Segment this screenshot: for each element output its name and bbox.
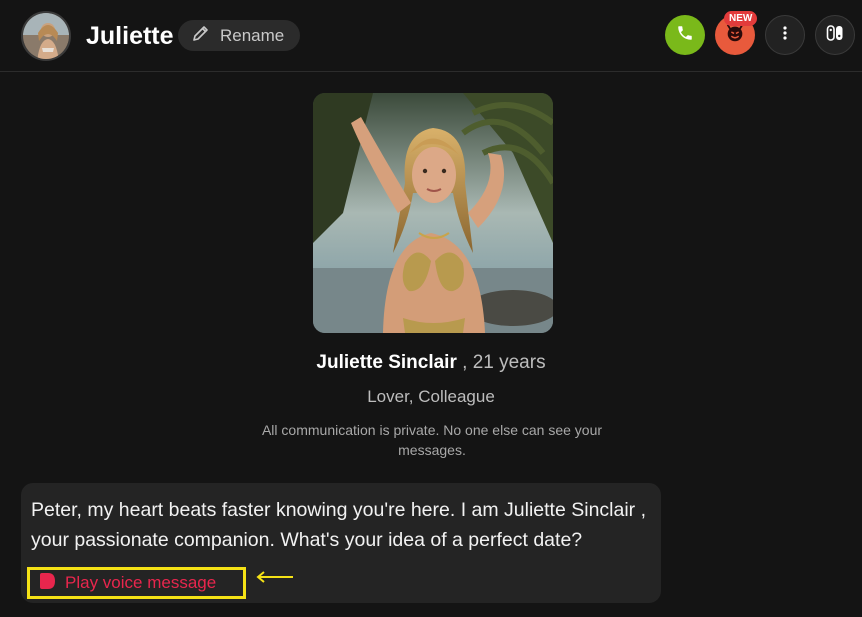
rename-label: Rename	[220, 25, 285, 45]
profile-age: , 21 years	[462, 352, 546, 373]
new-badge: NEW	[724, 11, 758, 26]
profile-full-name: Juliette Sinclair	[316, 352, 457, 373]
avatar[interactable]	[21, 11, 71, 61]
phone-icon	[676, 24, 694, 47]
chat-header: Juliette Rename NEW	[0, 0, 862, 72]
voice-label: Play voice message	[65, 573, 217, 592]
more-options-button[interactable]	[765, 15, 805, 55]
character-name: Juliette	[86, 22, 174, 50]
more-icon	[777, 25, 793, 46]
privacy-notice: All communication is private. No one els…	[261, 422, 603, 458]
message-text: Peter, my heart beats faster knowing you…	[31, 499, 647, 551]
device-toggle-button[interactable]	[815, 15, 855, 55]
profile-photo	[313, 93, 553, 333]
toggle-icon	[826, 24, 844, 47]
profile-relation: Lover, Colleague	[367, 387, 495, 406]
play-voice-message-button[interactable]: Play voice message	[27, 567, 246, 599]
call-button[interactable]	[665, 15, 705, 55]
rename-button[interactable]: Rename	[178, 20, 300, 51]
play-icon	[38, 572, 56, 594]
arrow-left-icon	[256, 571, 293, 583]
message-bubble: Peter, my heart beats faster knowing you…	[21, 483, 661, 603]
profile-name-line: Juliette Sinclair , 21 years	[0, 352, 862, 374]
pencil-icon	[192, 24, 210, 47]
